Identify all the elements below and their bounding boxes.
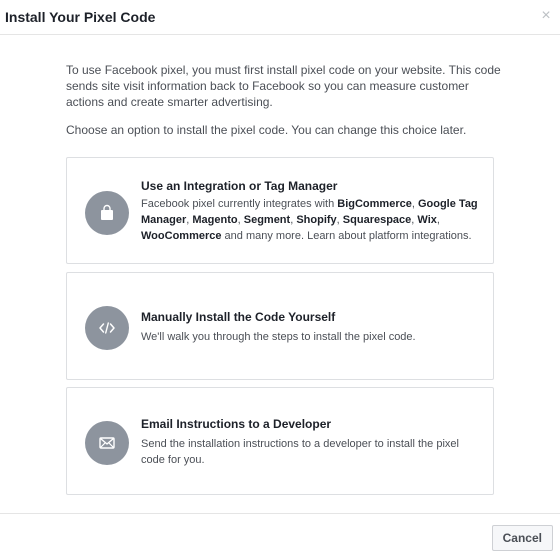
desc-prefix: Facebook pixel currently integrates with [141,198,338,210]
shopping-bag-icon [85,191,129,235]
dialog-header: Install Your Pixel Code × [0,0,560,35]
platform-segment: Segment [243,214,291,226]
option-description: Facebook pixel currently integrates with… [141,198,478,242]
code-icon [85,306,129,350]
envelope-icon [85,421,129,465]
intro-text: To use Facebook pixel, you must first in… [66,63,501,109]
cancel-button[interactable]: Cancel [491,525,553,551]
option-description: We'll walk you through the steps to inst… [141,331,416,343]
option-title: Email Instructions to a Developer [141,417,332,431]
dialog-footer: Cancel [0,513,560,560]
platform-shopify: Shopify [296,214,337,226]
install-pixel-dialog: Install Your Pixel Code × To use Faceboo… [0,0,560,560]
close-icon[interactable]: × [538,7,554,25]
option-title: Use an Integration or Tag Manager [141,179,338,193]
option-integration-tag-manager[interactable]: Use an Integration or Tag Manager Facebo… [66,157,494,264]
option-description: Send the installation instructions to a … [141,438,459,466]
dialog-title: Install Your Pixel Code [5,9,156,25]
platform-woocommerce: WooCommerce [141,230,222,242]
option-title: Manually Install the Code Yourself [141,310,336,324]
platform-magento: Magento [192,214,238,226]
option-manual-install[interactable]: Manually Install the Code Yourself We'll… [66,272,494,380]
desc-suffix: and many more. Learn about platform inte… [221,230,472,242]
platform-wix: Wix [417,214,437,226]
choose-instruction: Choose an option to install the pixel co… [66,123,467,137]
platform-squarespace: Squarespace [342,214,412,226]
platform-bigcommerce: BigCommerce [337,198,412,210]
option-email-developer[interactable]: Email Instructions to a Developer Send t… [66,387,494,495]
